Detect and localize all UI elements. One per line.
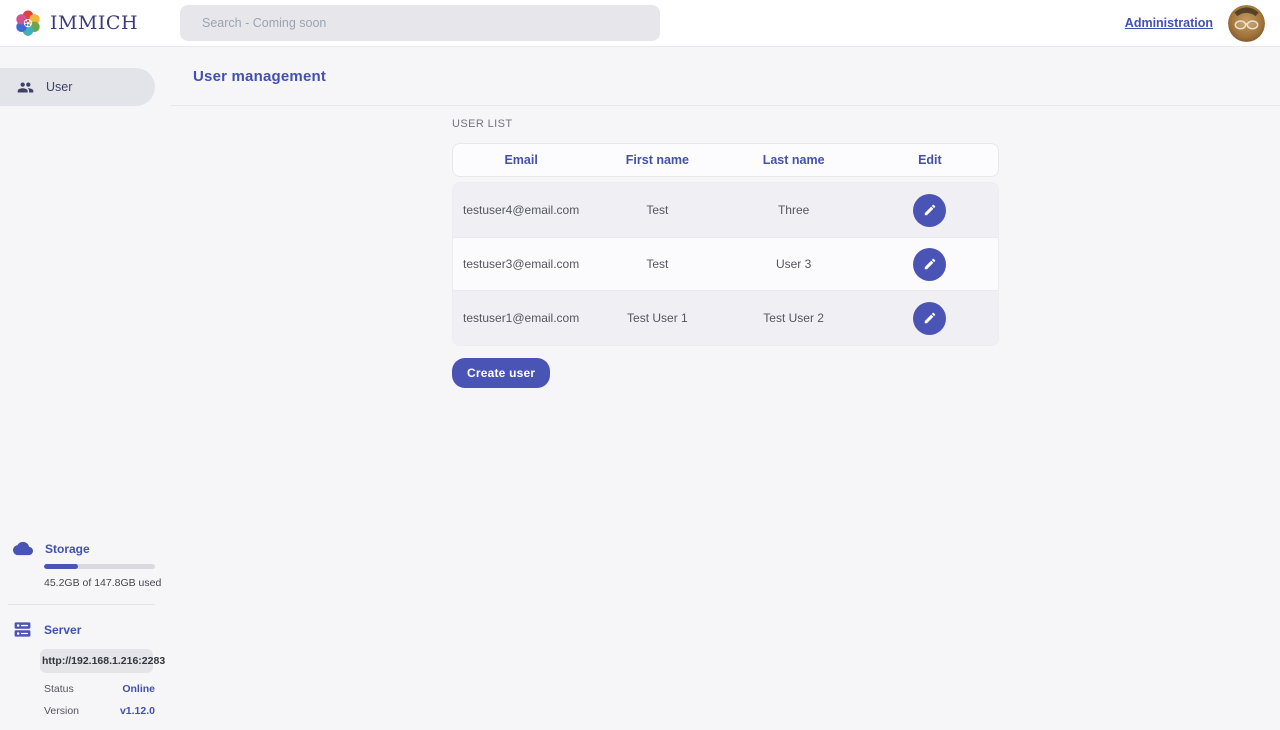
cell-email: testuser3@email.com bbox=[453, 257, 589, 271]
table-row: testuser3@email.com Test User 3 bbox=[453, 237, 998, 291]
column-header-first-name: First name bbox=[589, 153, 725, 167]
page-title: User management bbox=[193, 68, 326, 85]
cell-first-name: Test bbox=[589, 257, 725, 271]
cell-first-name: Test User 1 bbox=[589, 311, 725, 325]
sidebar-item-user[interactable]: User bbox=[0, 68, 155, 106]
cell-first-name: Test bbox=[589, 203, 725, 217]
status-label: Status bbox=[44, 683, 74, 695]
user-table-body: testuser4@email.com Test Three testuser3… bbox=[452, 182, 999, 346]
table-row: testuser4@email.com Test Three bbox=[453, 183, 998, 237]
table-header-row: Email First name Last name Edit bbox=[452, 143, 999, 177]
edit-user-button[interactable] bbox=[913, 248, 946, 281]
search-input[interactable] bbox=[180, 5, 660, 41]
cell-email: testuser1@email.com bbox=[453, 311, 589, 325]
server-title: Server bbox=[44, 623, 81, 637]
immich-flower-icon bbox=[13, 7, 43, 39]
column-header-email: Email bbox=[453, 153, 589, 167]
edit-user-button[interactable] bbox=[913, 302, 946, 335]
app-title: IMMICH bbox=[50, 12, 138, 34]
create-user-button[interactable]: Create user bbox=[452, 358, 550, 388]
server-section-header: Server bbox=[0, 620, 171, 639]
column-header-last-name: Last name bbox=[726, 153, 862, 167]
people-icon bbox=[17, 79, 34, 96]
server-version-row: Version v1.12.0 bbox=[44, 705, 155, 717]
version-label: Version bbox=[44, 705, 79, 717]
cloud-icon bbox=[13, 540, 33, 557]
server-status-row: Status Online bbox=[44, 683, 155, 695]
top-navbar: IMMICH Administration bbox=[0, 0, 1280, 47]
sidebar-item-label: User bbox=[46, 80, 72, 94]
storage-section-header: Storage bbox=[0, 540, 171, 557]
sidebar-divider bbox=[8, 604, 155, 605]
storage-title: Storage bbox=[45, 542, 90, 556]
app-logo[interactable]: IMMICH bbox=[0, 7, 138, 39]
storage-progress-fill bbox=[44, 564, 78, 569]
table-row: testuser1@email.com Test User 1 Test Use… bbox=[453, 291, 998, 345]
version-value: v1.12.0 bbox=[120, 705, 155, 717]
user-list-section: USER LIST Email First name Last name Edi… bbox=[452, 118, 999, 388]
pencil-icon bbox=[923, 257, 937, 271]
cell-last-name: Test User 2 bbox=[726, 311, 862, 325]
column-header-edit: Edit bbox=[862, 153, 998, 167]
page-header: User management bbox=[171, 47, 1280, 106]
status-value: Online bbox=[122, 683, 155, 695]
cell-last-name: Three bbox=[726, 203, 862, 217]
storage-progress-bar bbox=[44, 564, 155, 569]
pencil-icon bbox=[923, 203, 937, 217]
sidebar: User Storage 45.2GB of 147.8GB used bbox=[0, 47, 171, 730]
cell-email: testuser4@email.com bbox=[453, 203, 589, 217]
main-content: User management USER LIST Email First na… bbox=[171, 47, 1280, 730]
sidebar-bottom-panel: Storage 45.2GB of 147.8GB used Server ht… bbox=[0, 540, 171, 730]
user-list-label: USER LIST bbox=[452, 118, 999, 130]
topbar-right-group: Administration bbox=[1125, 5, 1280, 42]
administration-link[interactable]: Administration bbox=[1125, 16, 1213, 30]
user-avatar[interactable] bbox=[1228, 5, 1265, 42]
edit-user-button[interactable] bbox=[913, 194, 946, 227]
pencil-icon bbox=[923, 311, 937, 325]
storage-usage-text: 45.2GB of 147.8GB used bbox=[44, 577, 171, 589]
server-icon bbox=[13, 620, 32, 639]
cell-last-name: User 3 bbox=[726, 257, 862, 271]
server-url-badge: http://192.168.1.216:2283 bbox=[40, 649, 153, 673]
